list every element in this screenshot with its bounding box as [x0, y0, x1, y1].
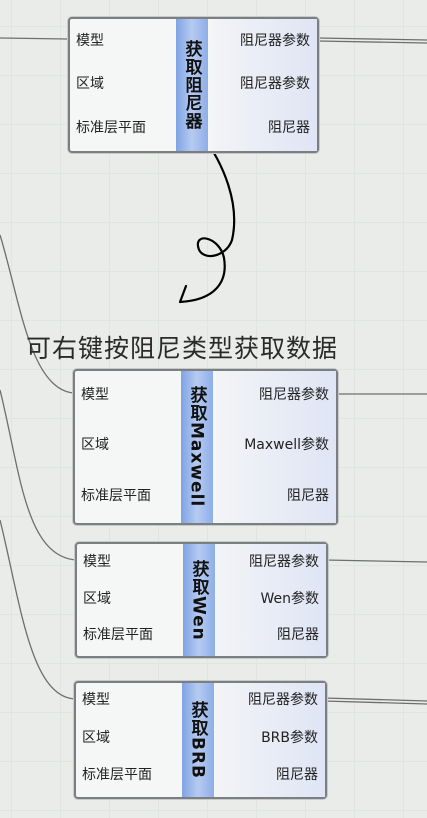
- output-damper[interactable]: 阻尼器: [287, 487, 329, 505]
- node-get-damper[interactable]: 获取阻尼器 模型 区域 标准层平面 阻尼器参数 阻尼器参数 阻尼器: [68, 17, 319, 153]
- output-damper-params[interactable]: 阻尼器参数: [249, 553, 319, 571]
- output-damper-params[interactable]: 阻尼器参数: [240, 32, 310, 50]
- input-floor-plan[interactable]: 标准层平面: [76, 119, 146, 137]
- wire: [323, 700, 427, 705]
- wire: [0, 519, 76, 700]
- input-model[interactable]: 模型: [81, 386, 109, 404]
- input-region[interactable]: 区域: [83, 590, 111, 608]
- wire: [317, 40, 427, 44]
- input-region[interactable]: 区域: [82, 729, 110, 747]
- input-floor-plan[interactable]: 标准层平面: [82, 766, 152, 784]
- output-damper-params[interactable]: 阻尼器参数: [248, 691, 318, 709]
- input-floor-plan[interactable]: 标准层平面: [81, 487, 151, 505]
- output-brb-params[interactable]: BRB参数: [261, 729, 318, 747]
- node-title: 获取Wen: [183, 544, 215, 656]
- node-title-text: 获取Wen: [188, 559, 209, 641]
- input-floor-plan[interactable]: 标准层平面: [83, 626, 153, 644]
- hand-drawn-arrow: [178, 130, 236, 304]
- wire: [0, 234, 75, 394]
- output-damper-params-2[interactable]: 阻尼器参数: [240, 75, 310, 93]
- node-title: 获取BRB: [182, 683, 214, 797]
- input-region[interactable]: 区域: [76, 75, 104, 93]
- input-model[interactable]: 模型: [76, 32, 104, 50]
- node-get-brb[interactable]: 获取BRB 模型 区域 标准层平面 阻尼器参数 BRB参数 阻尼器: [74, 681, 327, 799]
- output-damper[interactable]: 阻尼器: [277, 626, 319, 644]
- wire: [0, 37, 69, 40]
- output-damper[interactable]: 阻尼器: [276, 766, 318, 784]
- node-title-text: 获取阻尼器: [181, 40, 202, 130]
- node-title: 获取Maxwell: [181, 371, 213, 523]
- input-model[interactable]: 模型: [83, 553, 111, 571]
- output-maxwell-params[interactable]: Maxwell参数: [244, 436, 329, 454]
- output-damper-params[interactable]: 阻尼器参数: [259, 386, 329, 404]
- node-title: 获取阻尼器: [176, 19, 208, 151]
- wire: [317, 37, 427, 41]
- node-get-maxwell[interactable]: 获取Maxwell 模型 区域 标准层平面 阻尼器参数 Maxwell参数 阻尼…: [73, 369, 338, 525]
- wire: [323, 697, 427, 702]
- node-title-text: 获取Maxwell: [186, 386, 207, 508]
- wire: [0, 389, 77, 561]
- input-region[interactable]: 区域: [81, 436, 109, 454]
- input-model[interactable]: 模型: [82, 691, 110, 709]
- wire: [324, 559, 427, 563]
- annotation-text: 可右键按阻尼类型获取数据: [26, 334, 339, 363]
- output-wen-params[interactable]: Wen参数: [260, 590, 319, 608]
- node-get-wen[interactable]: 获取Wen 模型 区域 标准层平面 阻尼器参数 Wen参数 阻尼器: [75, 542, 328, 658]
- node-title-text: 获取BRB: [187, 700, 208, 779]
- output-damper[interactable]: 阻尼器: [268, 119, 310, 137]
